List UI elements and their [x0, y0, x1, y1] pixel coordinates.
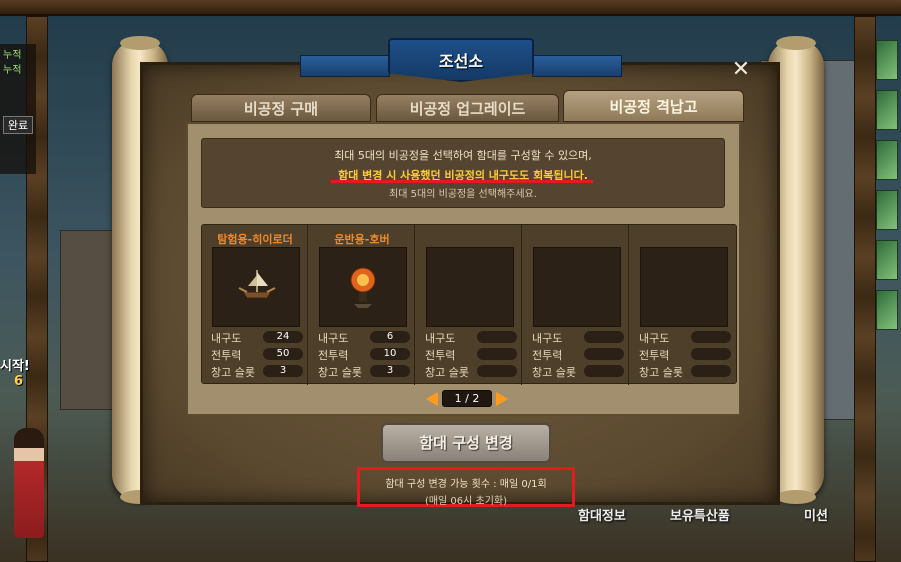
airship-slot-empty[interactable]: 내구도 전투력 창고 슬롯 — [630, 225, 736, 385]
stat-storage: 창고 슬롯 — [425, 364, 517, 379]
stat-value — [691, 365, 731, 377]
top-status-bar — [0, 0, 901, 16]
start-number: 6 — [14, 374, 24, 389]
stat-power: 전투력 — [425, 347, 517, 362]
stat-durability: 내구도 6 — [318, 330, 410, 345]
stat-value — [477, 331, 517, 343]
left-quest-panel[interactable]: 누적 누적 완료 — [0, 44, 36, 174]
side-button[interactable] — [876, 240, 898, 280]
stat-label: 창고 슬롯 — [211, 366, 255, 379]
airship-image-empty[interactable] — [533, 247, 621, 327]
airship-slot[interactable]: 운반용-호버 내구도 6 전투력 10 창고 슬롯 3 — [309, 225, 415, 385]
page-indicator: 1 / 2 — [442, 390, 492, 407]
tab-airship-purchase[interactable]: 비공정 구매 — [191, 94, 371, 122]
stat-value: 24 — [263, 331, 303, 343]
side-button[interactable] — [876, 190, 898, 230]
stat-value — [477, 365, 517, 377]
stat-power: 전투력 50 — [211, 347, 303, 362]
notice-line: 최대 5대의 비공정을 선택하여 함대를 구성할 수 있으며, — [334, 149, 592, 162]
tab-airship-hangar[interactable]: 비공정 격납고 — [563, 90, 744, 122]
airship-image[interactable] — [319, 247, 407, 327]
stat-storage: 창고 슬롯 3 — [211, 364, 303, 379]
stat-value: 3 — [370, 365, 410, 377]
stat-label: 내구도 — [639, 332, 670, 345]
change-count-line: 함대 구성 변경 가능 횟수 : 매일 0/1회 — [385, 479, 547, 490]
close-button[interactable]: ✕ — [729, 58, 753, 82]
change-fleet-button[interactable]: 함대 구성 변경 — [381, 423, 551, 463]
stat-durability: 내구도 24 — [211, 330, 303, 345]
stat-label: 창고 슬롯 — [425, 366, 469, 379]
stat-durability: 내구도 — [532, 330, 624, 345]
quest-complete-badge[interactable]: 완료 — [3, 116, 33, 134]
stat-label: 내구도 — [211, 332, 242, 345]
airship-image-empty[interactable] — [426, 247, 514, 327]
stat-value — [477, 348, 517, 360]
start-text: 시작! — [0, 359, 30, 374]
npc-character — [14, 428, 44, 538]
tab-airship-upgrade[interactable]: 비공정 업그레이드 — [376, 94, 559, 122]
stat-label: 창고 슬롯 — [532, 366, 576, 379]
side-button[interactable] — [876, 290, 898, 330]
stat-label: 전투력 — [425, 349, 456, 362]
stat-value — [691, 331, 731, 343]
stat-value: 10 — [370, 348, 410, 360]
right-frame — [854, 16, 876, 562]
stat-label: 전투력 — [211, 349, 242, 362]
airship-image[interactable] — [212, 247, 300, 327]
hangar-notice: 최대 5대의 비공정을 선택하여 함대를 구성할 수 있으며, 함대 변경 시 … — [201, 138, 725, 208]
specialty-goods-button[interactable]: 보유특산품 — [670, 505, 730, 524]
pagination: 1 / 2 — [424, 390, 510, 408]
side-button[interactable] — [876, 90, 898, 130]
stat-durability: 내구도 — [639, 330, 731, 345]
stat-value: 50 — [263, 348, 303, 360]
stat-durability: 내구도 — [425, 330, 517, 345]
side-button[interactable] — [876, 140, 898, 180]
stat-value: 3 — [263, 365, 303, 377]
stat-value — [691, 348, 731, 360]
airship-name: 운반용-호버 — [334, 233, 390, 246]
mission-button[interactable]: 미션 — [804, 505, 828, 524]
stat-value — [584, 331, 624, 343]
airship-slot-empty[interactable]: 내구도 전투력 창고 슬롯 — [523, 225, 629, 385]
right-side-buttons[interactable] — [876, 40, 900, 340]
stat-label: 창고 슬롯 — [318, 366, 362, 379]
stat-label: 내구도 — [318, 332, 349, 345]
stat-value — [584, 348, 624, 360]
airship-slot[interactable]: 탐험용-히이로더 내구도 24 전투력 50 창고 슬롯 3 — [202, 225, 308, 385]
title-banner-wing — [300, 55, 390, 77]
stat-power: 전투력 — [639, 347, 731, 362]
stat-power: 전투력 — [532, 347, 624, 362]
prev-page-arrow-icon[interactable] — [426, 392, 438, 406]
dialog-title: 조선소 — [438, 52, 484, 71]
stat-storage: 창고 슬롯 — [532, 364, 624, 379]
fleet-info-button[interactable]: 함대정보 — [578, 505, 626, 524]
stat-label: 전투력 — [318, 349, 349, 362]
annotation-underline — [331, 180, 593, 183]
airship-slots: 탐험용-히이로더 내구도 24 전투력 50 창고 슬롯 3 운반용-호버 내구… — [201, 224, 737, 385]
quest-label: 누적 — [3, 65, 22, 76]
quest-label: 누적 — [3, 50, 22, 61]
airship-name: 탐험용-히이로더 — [217, 233, 293, 246]
airship-slot-empty[interactable]: 내구도 전투력 창고 슬롯 — [416, 225, 522, 385]
stat-value — [584, 365, 624, 377]
change-reset-line: (매일 06시 초기화) — [424, 496, 508, 507]
stat-power: 전투력 10 — [318, 347, 410, 362]
stat-storage: 창고 슬롯 — [639, 364, 731, 379]
stat-label: 창고 슬롯 — [639, 366, 683, 379]
next-page-arrow-icon[interactable] — [496, 392, 508, 406]
change-count-info: 함대 구성 변경 가능 횟수 : 매일 0/1회 (매일 06시 초기화) — [357, 467, 575, 507]
title-banner-wing — [532, 55, 622, 77]
stat-label: 전투력 — [532, 349, 563, 362]
stat-storage: 창고 슬롯 3 — [318, 364, 410, 379]
stat-label: 내구도 — [532, 332, 563, 345]
airship-hover-icon — [350, 267, 376, 308]
airship-explorer-icon — [238, 270, 276, 299]
stat-label: 전투력 — [639, 349, 670, 362]
side-button[interactable] — [876, 40, 898, 80]
notice-line: 최대 5대의 비공정을 선택해주세요. — [389, 189, 537, 200]
airship-image-empty[interactable] — [640, 247, 728, 327]
stat-label: 내구도 — [425, 332, 456, 345]
stat-value: 6 — [370, 331, 410, 343]
